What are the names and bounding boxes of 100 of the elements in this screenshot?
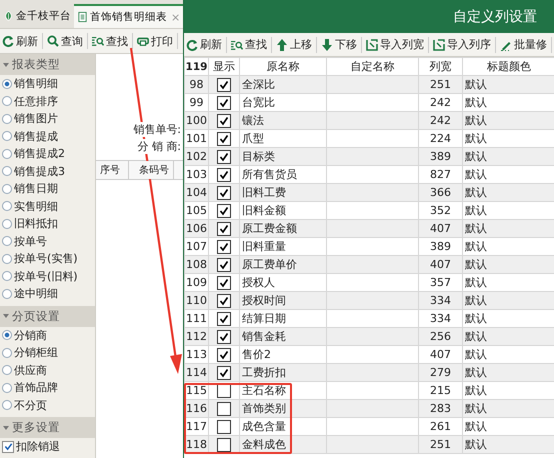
toolbar-button[interactable]: 打印 xyxy=(135,34,175,48)
column-header: 自定名称 xyxy=(326,58,418,76)
printer-icon xyxy=(137,35,149,47)
checkbox[interactable] xyxy=(217,312,231,326)
table-cell: 334 xyxy=(418,292,462,310)
toolbar-button[interactable]: 下移 xyxy=(319,37,359,52)
checkbox[interactable] xyxy=(217,240,231,254)
find-icon xyxy=(231,38,243,50)
checkbox[interactable] xyxy=(217,366,231,380)
toolbar-button[interactable]: 查找 xyxy=(90,34,130,48)
sidebar-option[interactable]: 销售提成3 xyxy=(0,162,95,180)
toolbar-button[interactable]: 刷新 xyxy=(0,34,40,48)
checkbox[interactable] xyxy=(217,438,231,452)
radio-button[interactable] xyxy=(2,184,12,194)
radio-button[interactable] xyxy=(2,78,12,89)
radio-button[interactable] xyxy=(2,201,12,212)
radio-button[interactable] xyxy=(2,166,12,176)
radio-button[interactable] xyxy=(2,288,12,299)
sidebar-option[interactable]: 任意排序 xyxy=(0,92,95,110)
toolbar-button[interactable]: 导入列宽 xyxy=(364,37,426,52)
sidebar-option[interactable]: 按单号(旧料) xyxy=(0,268,95,285)
find-icon xyxy=(92,35,104,47)
section-header[interactable]: 分页设置 xyxy=(0,306,95,326)
sidebar-option[interactable]: 实售明细 xyxy=(0,198,95,215)
toolbar-button[interactable]: 上移 xyxy=(274,37,314,52)
radio-button[interactable] xyxy=(2,254,12,264)
checkbox[interactable] xyxy=(217,258,231,272)
checkbox[interactable] xyxy=(217,114,231,128)
column-header: 标题颜色 xyxy=(462,58,554,76)
checkbox[interactable] xyxy=(2,440,14,453)
import-icon xyxy=(433,38,445,50)
checkbox[interactable] xyxy=(217,96,231,110)
radio-button[interactable] xyxy=(2,114,12,124)
row-number: 98 xyxy=(184,76,208,94)
sidebar-option[interactable]: 供应商 xyxy=(0,362,95,379)
table-cell: 默认 xyxy=(462,184,554,202)
row-number: 102 xyxy=(184,148,208,166)
checkbox[interactable] xyxy=(217,294,231,308)
checkbox[interactable] xyxy=(217,348,231,362)
sidebar-option[interactable]: 按单号 xyxy=(0,232,95,250)
sidebar-option[interactable]: 销售提成 xyxy=(0,128,95,145)
radio-button[interactable] xyxy=(2,236,12,246)
checkbox[interactable] xyxy=(217,186,231,200)
table-cell: 283 xyxy=(418,400,462,418)
radio-button[interactable] xyxy=(2,271,12,282)
radio-button[interactable] xyxy=(2,365,12,376)
radio-button[interactable] xyxy=(2,96,12,106)
radio-button[interactable] xyxy=(2,348,12,358)
toolbar-button[interactable]: 查询 xyxy=(45,34,85,48)
tab[interactable]: 首饰销售明细表 × xyxy=(74,4,184,28)
sidebar-option[interactable]: 分销商 xyxy=(0,326,95,344)
tab[interactable]: 金千枝平台 xyxy=(0,4,74,28)
table-cell: 279 xyxy=(418,364,462,382)
sidebar-option[interactable]: 销售图片 xyxy=(0,110,95,128)
column-header: 原名称 xyxy=(240,58,326,76)
row-number: 110 xyxy=(184,292,208,310)
radio-button[interactable] xyxy=(2,382,12,393)
sidebar-option[interactable]: 销售提成2 xyxy=(0,145,95,162)
checkbox[interactable] xyxy=(217,402,231,416)
table-cell: 默认 xyxy=(462,76,554,94)
toolbar-button[interactable]: 刷新 xyxy=(184,37,224,52)
section-header[interactable]: 报表类型 xyxy=(0,54,95,75)
table-cell: 默认 xyxy=(462,400,554,418)
sidebar-option[interactable]: 分销柜组 xyxy=(0,344,95,362)
row-count: 119 xyxy=(184,58,208,76)
table-cell: 旧料工费 xyxy=(240,184,326,202)
sidebar-option[interactable]: 扣除销退 xyxy=(0,438,95,456)
sidebar-option[interactable]: 不分页 xyxy=(0,396,95,414)
sidebar-option[interactable]: 销售明细 xyxy=(0,75,95,92)
checkbox[interactable] xyxy=(217,132,231,146)
table-cell: 默认 xyxy=(462,112,554,130)
toolbar-button[interactable]: 批量修 xyxy=(498,37,549,52)
table-cell: 407 xyxy=(418,220,462,238)
sidebar-option[interactable]: 旧料抵扣 xyxy=(0,215,95,232)
sidebar-option[interactable]: 途中明细 xyxy=(0,285,95,302)
checkbox[interactable] xyxy=(217,78,231,92)
checkbox[interactable] xyxy=(217,330,231,344)
radio-button[interactable] xyxy=(2,148,12,159)
table-cell: 全深比 xyxy=(240,76,326,94)
checkbox[interactable] xyxy=(217,168,231,182)
checkbox[interactable] xyxy=(217,222,231,236)
radio-button[interactable] xyxy=(2,131,12,142)
toolbar-button[interactable]: 导入列序 xyxy=(431,37,493,52)
radio-button[interactable] xyxy=(2,400,12,410)
checkbox[interactable] xyxy=(217,276,231,290)
checkbox[interactable] xyxy=(217,204,231,218)
sidebar-option[interactable]: 销售日期 xyxy=(0,180,95,198)
checkbox[interactable] xyxy=(217,150,231,164)
radio-button[interactable] xyxy=(2,218,12,229)
radio-button[interactable] xyxy=(2,330,12,340)
row-number: 104 xyxy=(184,184,208,202)
dialog-title: 自定义列设置 xyxy=(453,8,537,26)
refresh-icon xyxy=(2,35,14,47)
sidebar-option[interactable]: 按单号(实售) xyxy=(0,250,95,268)
table-cell: 授权时间 xyxy=(240,292,326,310)
checkbox[interactable] xyxy=(217,420,231,434)
sidebar-option[interactable]: 首饰品牌 xyxy=(0,379,95,396)
section-header[interactable]: 更多设置 xyxy=(0,417,95,438)
field-label: 分 销 商: xyxy=(137,139,181,154)
toolbar-button[interactable]: 查找 xyxy=(229,37,269,52)
